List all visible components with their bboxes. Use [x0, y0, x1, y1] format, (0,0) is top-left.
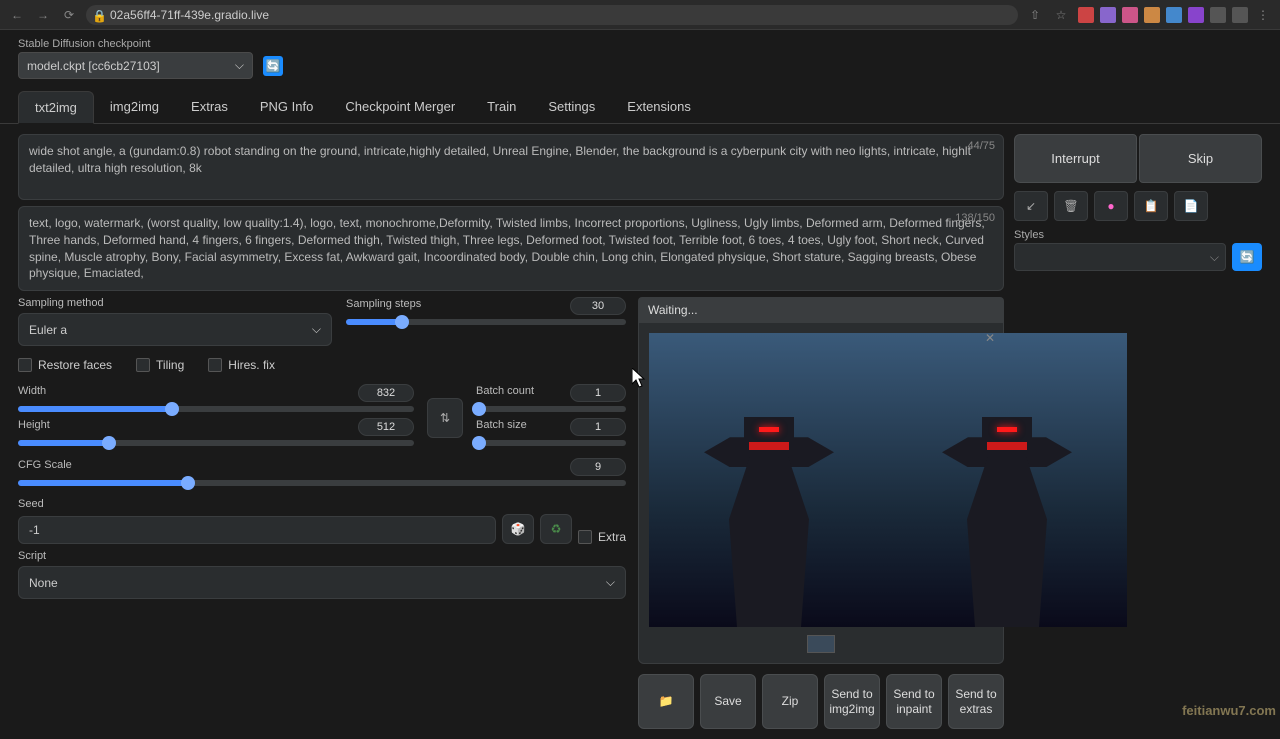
random-seed-button[interactable]: 🎲 — [502, 514, 534, 544]
watermark-text: feitianwu7.com — [1182, 703, 1276, 718]
url-bar[interactable]: 🔒 02a56ff4-71ff-439e.gradio.live — [86, 5, 1018, 25]
checkpoint-row: Stable Diffusion checkpoint model.ckpt [… — [0, 30, 1280, 87]
save-button[interactable]: Save — [700, 674, 756, 729]
batch-count-label: Batch count — [476, 385, 534, 397]
interrupt-button[interactable]: Interrupt — [1014, 134, 1137, 183]
cfg-value[interactable]: 9 — [570, 458, 626, 476]
reuse-seed-button[interactable]: ♻ — [540, 514, 572, 544]
ext-icon[interactable] — [1100, 7, 1116, 23]
tab-settings[interactable]: Settings — [532, 91, 611, 123]
send-img2img-button[interactable]: Send to img2img — [824, 674, 880, 729]
width-label: Width — [18, 385, 46, 397]
sampling-steps-label: Sampling steps — [346, 298, 421, 310]
script-dropdown[interactable]: None ⌵ — [18, 566, 626, 599]
open-folder-button[interactable]: 📁 — [638, 674, 694, 729]
tab-pnginfo[interactable]: PNG Info — [244, 91, 329, 123]
browser-chrome: ← → ⟳ 🔒 02a56ff4-71ff-439e.gradio.live ⇧… — [0, 0, 1280, 30]
ext-icon[interactable] — [1166, 7, 1182, 23]
zip-button[interactable]: Zip — [762, 674, 818, 729]
tab-txt2img[interactable]: txt2img — [18, 91, 94, 124]
refresh-checkpoint-button[interactable]: 🔄 — [263, 56, 283, 76]
trash-icon[interactable]: 🗑 — [1054, 191, 1088, 221]
tab-train[interactable]: Train — [471, 91, 532, 123]
output-status: Waiting... — [638, 297, 1004, 323]
batch-count-value[interactable]: 1 — [570, 384, 626, 402]
seed-input[interactable]: -1 — [18, 516, 496, 544]
puzzle-icon[interactable] — [1210, 7, 1226, 23]
star-icon[interactable]: ☆ — [1052, 6, 1070, 24]
chevron-down-icon: ⌵ — [235, 58, 244, 73]
send-extras-button[interactable]: Send to extras — [948, 674, 1004, 729]
cfg-slider[interactable] — [18, 480, 626, 486]
tab-checkpoint-merger[interactable]: Checkpoint Merger — [329, 91, 471, 123]
back-icon[interactable]: ← — [8, 6, 26, 24]
chevron-down-icon: ⌵ — [312, 322, 321, 337]
ext-icon[interactable] — [1188, 7, 1204, 23]
tab-extensions[interactable]: Extensions — [611, 91, 707, 123]
prompt-token-count: 44/75 — [967, 139, 995, 154]
batch-size-slider[interactable] — [476, 440, 626, 446]
share-icon[interactable]: ⇧ — [1026, 6, 1044, 24]
output-image[interactable] — [649, 333, 1127, 627]
main-tabs: txt2img img2img Extras PNG Info Checkpoi… — [0, 91, 1280, 124]
sampling-method-label: Sampling method — [18, 297, 332, 309]
tab-extras[interactable]: Extras — [175, 91, 244, 123]
height-slider[interactable] — [18, 440, 414, 446]
neg-token-count: 138/150 — [955, 211, 995, 226]
url-text: 02a56ff4-71ff-439e.gradio.live — [110, 8, 269, 22]
output-thumbnail[interactable] — [807, 635, 835, 653]
menu-icon[interactable]: ⋮ — [1254, 6, 1272, 24]
paste-icon[interactable]: 📄 — [1174, 191, 1208, 221]
output-gallery: ✕ — [638, 323, 1004, 664]
skip-button[interactable]: Skip — [1139, 134, 1262, 183]
hires-fix-checkbox[interactable]: Hires. fix — [208, 358, 275, 372]
checkpoint-label: Stable Diffusion checkpoint — [18, 38, 253, 50]
send-inpaint-button[interactable]: Send to inpaint — [886, 674, 942, 729]
panel-icon[interactable] — [1232, 7, 1248, 23]
neg-prompt-text: text, logo, watermark, (worst quality, l… — [29, 216, 985, 280]
height-value[interactable]: 512 — [358, 418, 414, 436]
checkpoint-dropdown[interactable]: model.ckpt [cc6cb27103] ⌵ — [18, 52, 253, 79]
seed-label: Seed — [18, 498, 626, 510]
ext-icon[interactable] — [1122, 7, 1138, 23]
forward-icon[interactable]: → — [34, 6, 52, 24]
close-icon[interactable]: ✕ — [985, 331, 995, 345]
batch-size-value[interactable]: 1 — [570, 418, 626, 436]
ext-icon[interactable] — [1144, 7, 1160, 23]
height-label: Height — [18, 419, 50, 431]
swap-dimensions-button[interactable]: ⇅ — [427, 398, 463, 438]
chevron-down-icon: ⌵ — [1210, 250, 1219, 265]
sampling-method-dropdown[interactable]: Euler a ⌵ — [18, 313, 332, 346]
batch-size-label: Batch size — [476, 419, 527, 431]
extension-icons: ⋮ — [1078, 6, 1272, 24]
negative-prompt-input[interactable]: 138/150 text, logo, watermark, (worst qu… — [18, 206, 1004, 291]
styles-dropdown[interactable]: ⌵ — [1014, 243, 1226, 271]
prompt-text: wide shot angle, a (gundam:0.8) robot st… — [29, 144, 971, 175]
prompt-input[interactable]: 44/75 wide shot angle, a (gundam:0.8) ro… — [18, 134, 1004, 200]
ext-icon[interactable] — [1078, 7, 1094, 23]
lock-icon: 🔒 — [92, 9, 107, 23]
tab-img2img[interactable]: img2img — [94, 91, 175, 123]
seed-extra-checkbox[interactable]: Extra — [578, 530, 626, 544]
chevron-down-icon: ⌵ — [606, 575, 615, 590]
cfg-label: CFG Scale — [18, 459, 72, 471]
sampling-steps-slider[interactable] — [346, 319, 626, 325]
width-slider[interactable] — [18, 406, 414, 412]
checkpoint-value: model.ckpt [cc6cb27103] — [27, 59, 160, 73]
tiling-checkbox[interactable]: Tiling — [136, 358, 184, 372]
sampling-steps-value[interactable]: 30 — [570, 297, 626, 315]
script-label: Script — [18, 550, 626, 562]
reload-icon[interactable]: ⟳ — [60, 6, 78, 24]
palette-icon[interactable]: ● — [1094, 191, 1128, 221]
clipboard-icon[interactable]: 📋 — [1134, 191, 1168, 221]
width-value[interactable]: 832 — [358, 384, 414, 402]
arrow-icon[interactable]: ↙ — [1014, 191, 1048, 221]
styles-label: Styles — [1014, 229, 1226, 241]
batch-count-slider[interactable] — [476, 406, 626, 412]
apply-styles-button[interactable]: 🔄 — [1232, 243, 1262, 271]
restore-faces-checkbox[interactable]: Restore faces — [18, 358, 112, 372]
